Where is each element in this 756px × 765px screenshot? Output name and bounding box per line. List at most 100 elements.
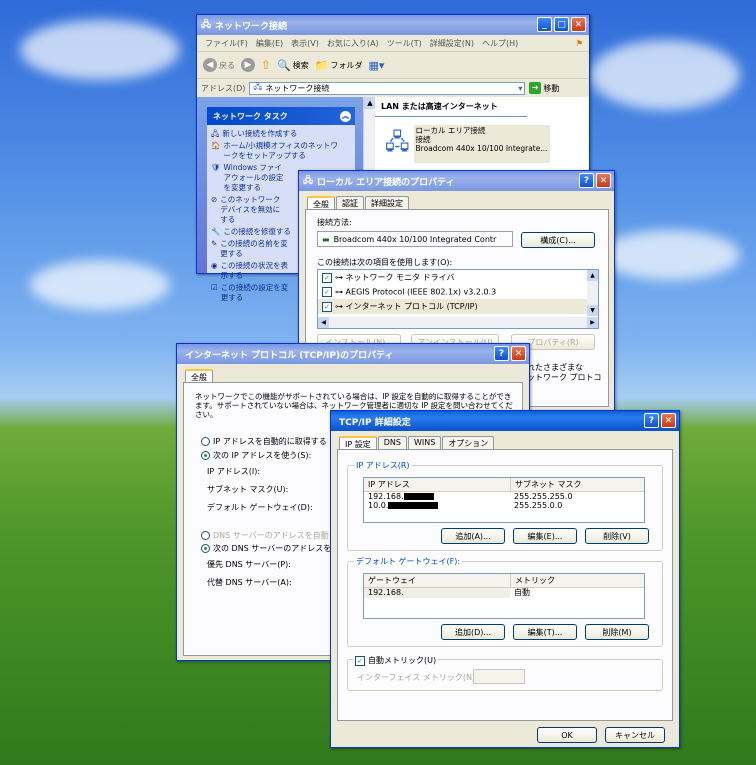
minimize-button[interactable]: _ [537, 17, 552, 32]
edit-ip-button[interactable]: 編集(E)... [513, 528, 577, 544]
auto-metric-checkbox[interactable]: ✓ 自動メトリック(U) [353, 655, 439, 666]
scroll-down-icon[interactable]: ▼ [587, 305, 598, 316]
search-label: 検索 [292, 60, 309, 70]
delete-gateway-button[interactable]: 削除(M) [585, 624, 649, 640]
collapse-icon[interactable]: ︽ [340, 110, 351, 122]
column-header-subnet[interactable]: サブネット マスク [511, 478, 586, 491]
manual-ip-option[interactable]: 次の IP アドレスを使う(S): [201, 450, 311, 461]
configure-button[interactable]: 構成(C)... [521, 232, 595, 248]
ok-button[interactable]: OK [537, 727, 597, 743]
column-header-metric[interactable]: メトリック [511, 574, 559, 587]
edit-gateway-button[interactable]: 編集(T)... [513, 624, 577, 640]
menu-advanced[interactable]: 詳細設定(N) [430, 38, 474, 49]
search-button[interactable]: 🔍 検索 [277, 59, 309, 72]
manual-dns-label: 次の DNS サーバーのアドレスを [213, 544, 332, 553]
task-item[interactable]: 🖧 新しい接続を作成する [211, 129, 351, 139]
new-connection-icon: 🖧 [211, 129, 220, 138]
menu-tools[interactable]: ツール(T) [387, 38, 422, 49]
table-row[interactable]: 10.0. 255.255.0.0 [364, 501, 644, 510]
window-title: TCP/IP 詳細設定 [339, 417, 411, 428]
close-button[interactable]: ✕ [511, 346, 526, 361]
scroll-up-icon[interactable]: ▲ [587, 270, 598, 281]
menu-view[interactable]: 表示(V) [291, 38, 319, 49]
ip-address-list[interactable]: IP アドレス サブネット マスク 192.168. 255.255.255.0… [363, 477, 645, 523]
folders-button[interactable]: 📁 フォルダ [315, 59, 363, 72]
interface-metric-input[interactable] [473, 669, 525, 684]
network-card-icon: ▬ [322, 234, 330, 244]
column-header-gateway[interactable]: ゲートウェイ [364, 574, 511, 587]
delete-ip-button[interactable]: 削除(V) [585, 528, 649, 544]
checkbox[interactable]: ✓ [355, 655, 365, 666]
radio-button[interactable] [201, 544, 210, 553]
address-value: ネットワーク接続 [265, 83, 330, 93]
list-item[interactable]: ✓ ⊶ インターネット プロトコル (TCP/IP) [318, 299, 598, 314]
address-input[interactable]: 🖧 ネットワーク接続 ▾ [249, 81, 526, 95]
menu-help[interactable]: ヘルプ(H) [482, 38, 518, 49]
table-row[interactable]: 192.168. 255.255.255.0 [364, 492, 644, 501]
radio-button[interactable] [201, 531, 210, 540]
scroll-left-icon[interactable]: ◀ [318, 317, 329, 328]
auto-dns-option[interactable]: DNS サーバーのアドレスを自動 [201, 530, 329, 541]
tcpip-advanced-titlebar[interactable]: TCP/IP 詳細設定 ? ✕ [331, 411, 679, 431]
lan-connection-icon: 🖧 [385, 130, 410, 155]
lan-properties-titlebar[interactable]: 🖧 ローカル エリア接続のプロパティ ? ✕ [299, 171, 614, 191]
views-icon[interactable]: ▦▾ [368, 59, 384, 72]
add-gateway-button[interactable]: 追加(D)... [441, 624, 505, 640]
connection-item[interactable]: 🖧 ローカル エリア接続 接続 Broadcom 440x 10/100 Int… [385, 125, 550, 163]
task-header[interactable]: ネットワーク タスク ︽ [207, 107, 355, 125]
back-label: 戻る [219, 60, 235, 70]
add-ip-button[interactable]: 追加(A)... [441, 528, 505, 544]
list-item[interactable]: ✓ ⊶ AEGIS Protocol (IEEE 802.1x) v3.2.0.3 [318, 285, 598, 299]
auto-ip-option[interactable]: IP アドレスを自動的に取得する [201, 436, 327, 447]
go-button[interactable]: ➔ 移動 [529, 82, 559, 94]
subnet-cell: 255.255.0.0 [514, 501, 563, 510]
protocol-icon: ⊶ [335, 273, 343, 282]
table-row[interactable]: 192.168. 自動 [364, 588, 644, 598]
menu-favorites[interactable]: お気に入り(A) [327, 38, 379, 49]
radio-button[interactable] [201, 451, 210, 460]
help-button[interactable]: ? [644, 413, 659, 428]
task-item-label: このネットワーク デバイスを無効にする [220, 195, 281, 224]
components-list[interactable]: ✓ ⊶ ネットワーク モニタ ドライバ ✓ ⊶ AEGIS Protocol (IE… [317, 269, 599, 329]
task-item[interactable]: 🏠 ホーム/小規模オフィスのネットワークをセットアップする [211, 141, 351, 161]
network-icon: 🖧 [303, 176, 314, 186]
manual-ip-label: 次の IP アドレスを使う(S): [213, 451, 312, 460]
close-button[interactable]: ✕ [571, 17, 586, 32]
close-button[interactable]: ✕ [661, 413, 676, 428]
menu-file[interactable]: ファイル(F) [205, 38, 248, 49]
maximize-button[interactable]: □ [554, 17, 569, 32]
auto-ip-label: IP アドレスを自動的に取得する [213, 437, 327, 446]
forward-button[interactable]: ▶ [241, 58, 255, 72]
vertical-scrollbar[interactable]: ▲ ▼ [587, 270, 598, 316]
checkbox[interactable]: ✓ [322, 287, 332, 297]
up-folder-icon[interactable]: ⇧ [261, 58, 271, 72]
menu-edit[interactable]: 編集(E) [256, 38, 283, 49]
manual-dns-option[interactable]: 次の DNS サーバーのアドレスを [201, 543, 331, 554]
chevron-down-icon[interactable]: ▾ [518, 84, 524, 93]
checkbox[interactable]: ✓ [322, 272, 332, 283]
scroll-right-icon[interactable]: ▶ [587, 317, 598, 328]
network-connections-titlebar[interactable]: 🖧 ネットワーク接続 _ □ ✕ [197, 15, 589, 35]
tcpip-advanced-window[interactable]: TCP/IP 詳細設定 ? ✕ IP 設定 DNS WINS オプション IP … [330, 410, 680, 748]
list-item-label: AEGIS Protocol (IEEE 802.1x) v3.2.0.3 [345, 287, 497, 297]
gateway-list[interactable]: ゲートウェイ メトリック 192.168. 自動 [363, 573, 645, 619]
column-header-ip[interactable]: IP アドレス [364, 478, 511, 491]
tcpip-properties-titlebar[interactable]: インターネット プロトコル (TCP/IP)のプロパティ ? ✕ [177, 344, 529, 364]
horizontal-scrollbar[interactable]: ◀ ▶ [318, 317, 598, 328]
help-button[interactable]: ? [579, 173, 594, 188]
window-title: ローカル エリア接続のプロパティ [317, 177, 455, 188]
radio-button[interactable] [201, 437, 210, 446]
gateway-list-header: ゲートウェイ メトリック [364, 574, 644, 588]
cancel-button[interactable]: キャンセル [605, 727, 665, 743]
close-button[interactable]: ✕ [596, 173, 611, 188]
help-button[interactable]: ? [494, 346, 509, 361]
checkbox[interactable]: ✓ [322, 301, 332, 312]
list-item-label: ネットワーク モニタ ドライバ [345, 273, 455, 282]
connection-name: ローカル エリア接続 [415, 126, 486, 135]
list-item[interactable]: ✓ ⊶ ネットワーク モニタ ドライバ [318, 270, 598, 285]
auto-metric-label: 自動メトリック(U) [368, 656, 437, 665]
rename-icon: ✎ [211, 239, 218, 248]
redacted-block [388, 502, 439, 509]
back-button[interactable]: ◀ 戻る [203, 58, 235, 72]
ip-value: 192.168. [368, 492, 404, 501]
